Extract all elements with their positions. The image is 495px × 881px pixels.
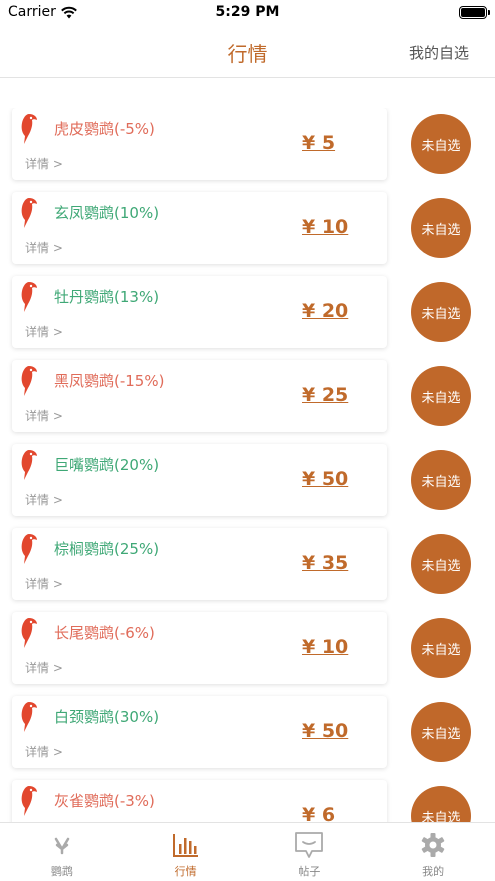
detail-link[interactable]: 详情 > [25, 323, 63, 340]
parrot-icon [21, 282, 37, 312]
add-favorite-button[interactable]: 未自选 [411, 534, 471, 594]
tab-parrots[interactable]: 鹦鹉 [0, 823, 124, 881]
add-favorite-button[interactable]: 未自选 [411, 702, 471, 762]
item-price[interactable]: ¥ 50 [302, 468, 348, 490]
item-name: 虎皮鹦鹉(-5%) [54, 120, 155, 138]
item-card[interactable]: 白颈鹦鹉(30%) 详情 > ¥ 50 [12, 696, 387, 768]
parrot-icon [21, 114, 37, 144]
item-price[interactable]: ¥ 25 [302, 384, 348, 406]
parrot-icon [21, 366, 37, 396]
add-favorite-button[interactable]: 未自选 [411, 282, 471, 342]
item-name: 牡丹鹦鹉(13%) [54, 288, 160, 306]
add-favorite-button[interactable]: 未自选 [411, 618, 471, 678]
item-name: 长尾鹦鹉(-6%) [54, 624, 155, 642]
parrot-icon [21, 534, 37, 564]
item-price[interactable]: ¥ 6 [302, 804, 335, 822]
list-item[interactable]: 牡丹鹦鹉(13%) 详情 > ¥ 20 未自选 [0, 276, 495, 360]
item-card[interactable]: 黑凤鹦鹉(-15%) 详情 > ¥ 25 [12, 360, 387, 432]
item-name: 黑凤鹦鹉(-15%) [54, 372, 165, 390]
item-card[interactable]: 玄凤鹦鹉(10%) 详情 > ¥ 10 [12, 192, 387, 264]
detail-link[interactable]: 详情 > [25, 743, 63, 760]
detail-link[interactable]: 详情 > [25, 239, 63, 256]
detail-link[interactable]: 详情 > [25, 407, 63, 424]
gear-icon [421, 833, 445, 857]
item-price[interactable]: ¥ 35 [302, 552, 348, 574]
item-price[interactable]: ¥ 5 [302, 132, 335, 154]
detail-link[interactable]: 详情 > [25, 575, 63, 592]
my-favorites-button[interactable]: 我的自选 [409, 42, 469, 63]
parrot-tab-icon [54, 837, 70, 855]
list-item[interactable]: 白颈鹦鹉(30%) 详情 > ¥ 50 未自选 [0, 696, 495, 780]
item-card[interactable]: 巨嘴鹦鹉(20%) 详情 > ¥ 50 [12, 444, 387, 516]
tab-posts[interactable]: 帖子 [248, 823, 372, 881]
item-card[interactable]: 虎皮鹦鹉(-5%) 详情 > ¥ 5 [12, 108, 387, 180]
market-list[interactable]: 虎皮鹦鹉(-5%) 详情 > ¥ 5 未自选 玄凤鹦鹉(10%) 详情 > ¥ 10 未自选牡… [0, 108, 495, 822]
add-favorite-button[interactable]: 未自选 [411, 786, 471, 822]
list-item[interactable]: 黑凤鹦鹉(-15%) 详情 > ¥ 25 未自选 [0, 360, 495, 444]
tab-label: 鹦鹉 [50, 865, 73, 878]
detail-link[interactable]: 详情 > [25, 659, 63, 676]
status-bar: Carrier 5:29 PM [0, 0, 495, 26]
tab-mine[interactable]: 我的 [371, 823, 495, 881]
item-price[interactable]: ¥ 50 [302, 720, 348, 742]
item-name: 巨嘴鹦鹉(20%) [54, 456, 160, 474]
list-item[interactable]: 棕榈鹦鹉(25%) 详情 > ¥ 35 未自选 [0, 528, 495, 612]
list-item[interactable]: 玄凤鹦鹉(10%) 详情 > ¥ 10 未自选 [0, 192, 495, 276]
battery-icon [459, 6, 490, 19]
add-favorite-button[interactable]: 未自选 [411, 198, 471, 258]
tab-bar: 鹦鹉 行情 帖子 我的 [0, 822, 495, 881]
item-card[interactable]: 长尾鹦鹉(-6%) 详情 > ¥ 10 [12, 612, 387, 684]
detail-link[interactable]: 详情 > [25, 491, 63, 508]
item-name: 玄凤鹦鹉(10%) [54, 204, 160, 222]
item-card[interactable]: 棕榈鹦鹉(25%) 详情 > ¥ 35 [12, 528, 387, 600]
parrot-icon [21, 450, 37, 480]
item-card[interactable]: 牡丹鹦鹉(13%) 详情 > ¥ 20 [12, 276, 387, 348]
item-price[interactable]: ¥ 10 [302, 216, 348, 238]
parrot-icon [21, 198, 37, 228]
item-name: 棕榈鹦鹉(25%) [54, 540, 160, 558]
tab-label: 帖子 [298, 865, 321, 878]
chat-bubble-icon [295, 832, 324, 858]
tab-market[interactable]: 行情 [124, 823, 248, 881]
add-favorite-button[interactable]: 未自选 [411, 366, 471, 426]
status-time: 5:29 PM [215, 4, 280, 20]
item-card[interactable]: 灰雀鹦鹉(-3%) ¥ 6 [12, 780, 387, 822]
item-price[interactable]: ¥ 10 [302, 636, 348, 658]
list-item[interactable]: 虎皮鹦鹉(-5%) 详情 > ¥ 5 未自选 [0, 108, 495, 192]
item-name: 灰雀鹦鹉(-3%) [54, 792, 155, 810]
add-favorite-button[interactable]: 未自选 [411, 114, 471, 174]
add-favorite-button[interactable]: 未自选 [411, 450, 471, 510]
nav-bar: 行情 我的自选 [0, 26, 495, 78]
tab-label: 行情 [174, 865, 197, 878]
list-item[interactable]: 灰雀鹦鹉(-3%) ¥ 6 未自选 [0, 780, 495, 822]
parrot-icon [21, 786, 37, 816]
parrot-icon [21, 618, 37, 648]
parrot-icon [21, 702, 37, 732]
chart-icon [172, 834, 198, 857]
item-price[interactable]: ¥ 20 [302, 300, 348, 322]
item-name: 白颈鹦鹉(30%) [54, 708, 160, 726]
tab-label: 我的 [422, 865, 445, 878]
detail-link[interactable]: 详情 > [25, 155, 63, 172]
list-item[interactable]: 巨嘴鹦鹉(20%) 详情 > ¥ 50 未自选 [0, 444, 495, 528]
list-item[interactable]: 长尾鹦鹉(-6%) 详情 > ¥ 10 未自选 [0, 612, 495, 696]
